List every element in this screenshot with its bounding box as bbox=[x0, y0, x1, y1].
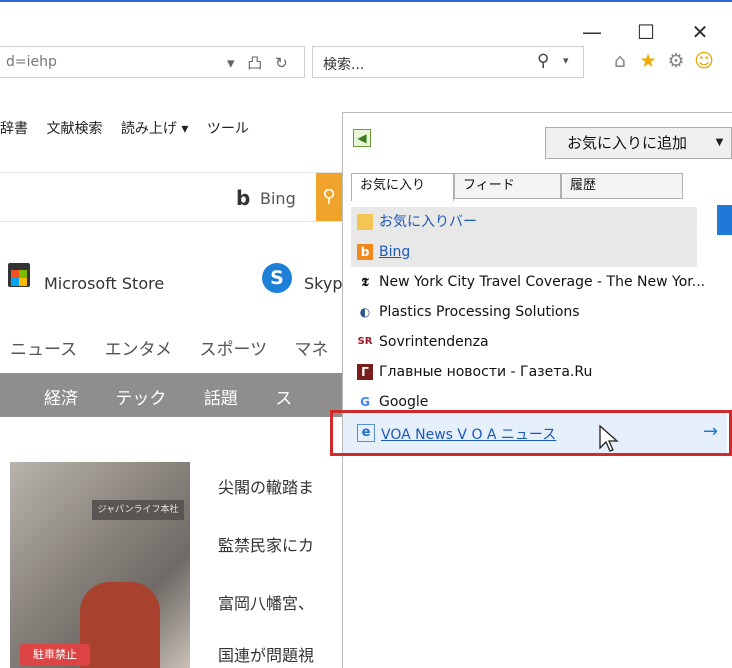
bing-logo-icon: b bbox=[236, 186, 251, 210]
category-economy[interactable]: 経済 bbox=[44, 389, 78, 409]
address-bar[interactable]: d=iehp ▾ 凸 ↻ bbox=[0, 46, 305, 78]
category-sports[interactable]: ス bbox=[275, 389, 292, 409]
category-bar: 経済 テック 話題 ス bbox=[0, 373, 342, 417]
favorite-label: Главные новости - Газета.Ru bbox=[379, 364, 593, 380]
favorite-label: Plastics Processing Solutions bbox=[379, 304, 580, 320]
nyt-icon: 𝕿 bbox=[361, 275, 369, 289]
news-photo[interactable]: ジャパンライフ本社 駐車禁止 bbox=[10, 462, 190, 668]
gazeta-icon: Г bbox=[357, 364, 373, 380]
bing-search-row: b Bing ⚲ bbox=[0, 172, 342, 222]
favorite-plastics[interactable]: ◐ Plastics Processing Solutions bbox=[351, 297, 697, 327]
highlight-box bbox=[330, 410, 732, 456]
mouse-cursor-icon bbox=[599, 424, 619, 452]
add-to-favorites-dropdown[interactable]: ▼ bbox=[708, 127, 732, 159]
microsoft-store-link[interactable]: Microsoft Store bbox=[44, 274, 164, 293]
category-topics[interactable]: 話題 bbox=[204, 389, 238, 409]
command-tools[interactable]: ツール bbox=[207, 121, 249, 137]
bing-icon: b bbox=[357, 244, 373, 260]
page-nav: ニュース エンタメ スポーツ マネ bbox=[10, 335, 351, 360]
command-literature-search[interactable]: 文献検索 bbox=[46, 121, 102, 137]
address-input[interactable]: d=iehp bbox=[6, 54, 57, 70]
favorites-bar-folder[interactable]: お気に入りバー bbox=[351, 207, 697, 237]
favorite-label: Bing bbox=[379, 244, 411, 260]
favorite-gazeta[interactable]: Г Главные новости - Газета.Ru bbox=[351, 357, 697, 387]
headline-2[interactable]: 監禁民家にカ bbox=[218, 532, 344, 556]
favorites-panel: ◀ お気に入りに追加 ▼ お気に入り フィード 履歴 お気に入りバー b Bin… bbox=[342, 112, 732, 668]
minimize-button[interactable]: — bbox=[574, 18, 610, 46]
skype-icon[interactable]: S bbox=[262, 263, 292, 293]
photo-person bbox=[80, 582, 160, 668]
tab-history[interactable]: 履歴 bbox=[561, 173, 683, 199]
headline-4[interactable]: 国連が問題視 bbox=[218, 642, 344, 666]
search-dropdown-icon[interactable]: ▾ bbox=[563, 54, 569, 67]
favorites-star-icon[interactable]: ★ bbox=[636, 48, 660, 74]
maximize-button[interactable]: ☐ bbox=[628, 18, 664, 46]
google-icon: G bbox=[360, 395, 370, 409]
search-input[interactable]: 検索... bbox=[323, 54, 364, 74]
skype-link[interactable]: Skyp bbox=[304, 274, 342, 293]
add-to-favorites-button[interactable]: お気に入りに追加 bbox=[545, 127, 709, 159]
nav-sports[interactable]: スポーツ bbox=[199, 340, 267, 360]
bing-search-button[interactable]: ⚲ bbox=[316, 173, 342, 221]
favorite-label: お気に入りバー bbox=[379, 214, 477, 230]
home-icon[interactable]: ⌂ bbox=[608, 48, 632, 74]
favorite-nyt[interactable]: 𝕿 New York City Travel Coverage - The Ne… bbox=[351, 267, 727, 297]
photo-sign: ジャパンライフ本社 bbox=[92, 500, 184, 520]
nav-money[interactable]: マネ bbox=[295, 340, 329, 360]
photo-tag: 駐車禁止 bbox=[20, 644, 90, 666]
folder-icon bbox=[357, 214, 373, 230]
favorite-sovrintendenza[interactable]: SR Sovrintendenza bbox=[351, 327, 697, 357]
category-tech[interactable]: テック bbox=[115, 389, 166, 409]
nav-news[interactable]: ニュース bbox=[10, 340, 77, 360]
favorite-bing[interactable]: b Bing bbox=[351, 237, 697, 267]
nav-entertainment[interactable]: エンタメ bbox=[105, 340, 173, 360]
tab-favorites[interactable]: お気に入り bbox=[351, 173, 454, 201]
address-controls-icon[interactable]: ▾ 凸 ↻ bbox=[227, 52, 292, 73]
search-box[interactable]: 検索... ⚲ ▾ bbox=[312, 46, 584, 78]
settings-gear-icon[interactable]: ⚙ bbox=[664, 48, 688, 74]
category-items: 経済 テック 話題 ス bbox=[44, 384, 324, 409]
feedback-smiley-icon[interactable]: ☺ bbox=[692, 48, 716, 74]
search-icon[interactable]: ⚲ bbox=[537, 51, 549, 71]
bing-label: Bing bbox=[260, 189, 296, 208]
command-read-aloud[interactable]: 読み上げ ▾ bbox=[121, 121, 188, 137]
favorites-scrollbar[interactable] bbox=[717, 205, 732, 235]
headline-3[interactable]: 富岡八幡宮、 bbox=[218, 590, 344, 614]
sovr-icon: SR bbox=[357, 336, 373, 347]
tab-feeds[interactable]: フィード bbox=[454, 173, 561, 199]
close-button[interactable]: ✕ bbox=[682, 18, 718, 46]
favorite-label: New York City Travel Coverage - The New … bbox=[379, 274, 706, 290]
microsoft-store-icon[interactable] bbox=[8, 263, 30, 287]
plastics-icon: ◐ bbox=[359, 305, 371, 319]
headline-1[interactable]: 尖閣の轍踏ま bbox=[218, 474, 344, 498]
command-dictionary[interactable]: 辞書 bbox=[0, 121, 28, 137]
pin-panel-icon[interactable]: ◀ bbox=[353, 129, 371, 147]
command-bar: 辞書 文献検索 読み上げ ▾ ツール bbox=[0, 118, 263, 146]
window-top-border bbox=[0, 0, 732, 2]
favorite-label: Sovrintendenza bbox=[379, 334, 489, 350]
